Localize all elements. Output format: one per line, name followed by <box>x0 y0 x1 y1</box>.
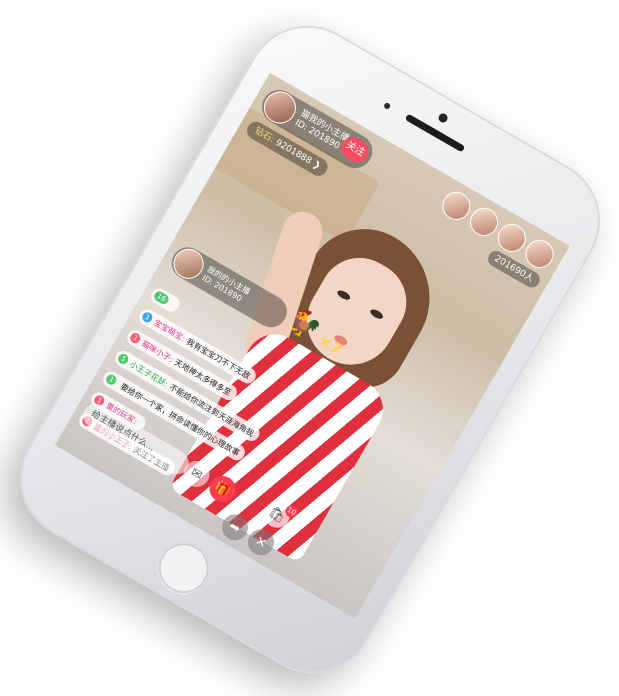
chevron-right-icon: ❯ <box>310 159 323 172</box>
proximity-sensor <box>383 101 392 111</box>
level-badge: 1 <box>104 372 119 387</box>
earpiece-speaker <box>404 113 466 153</box>
live-stream-screen: 猫我的小主播 ID: 201890 关注 钻石: 9201888 ❯ 20169… <box>54 72 570 619</box>
level-badge: 1 <box>128 331 143 346</box>
stage: 猫我的小主播 ID: 201890 关注 钻石: 9201888 ❯ 20169… <box>0 0 619 696</box>
phone-frame: 猫我的小主播 ID: 201890 关注 钻石: 9201888 ❯ 20169… <box>0 3 619 696</box>
home-button[interactable] <box>149 534 218 603</box>
front-camera <box>436 111 450 125</box>
level-badge: 16 <box>152 289 171 306</box>
level-badge: 1 <box>140 310 155 325</box>
level-badge: 1 <box>116 352 131 366</box>
